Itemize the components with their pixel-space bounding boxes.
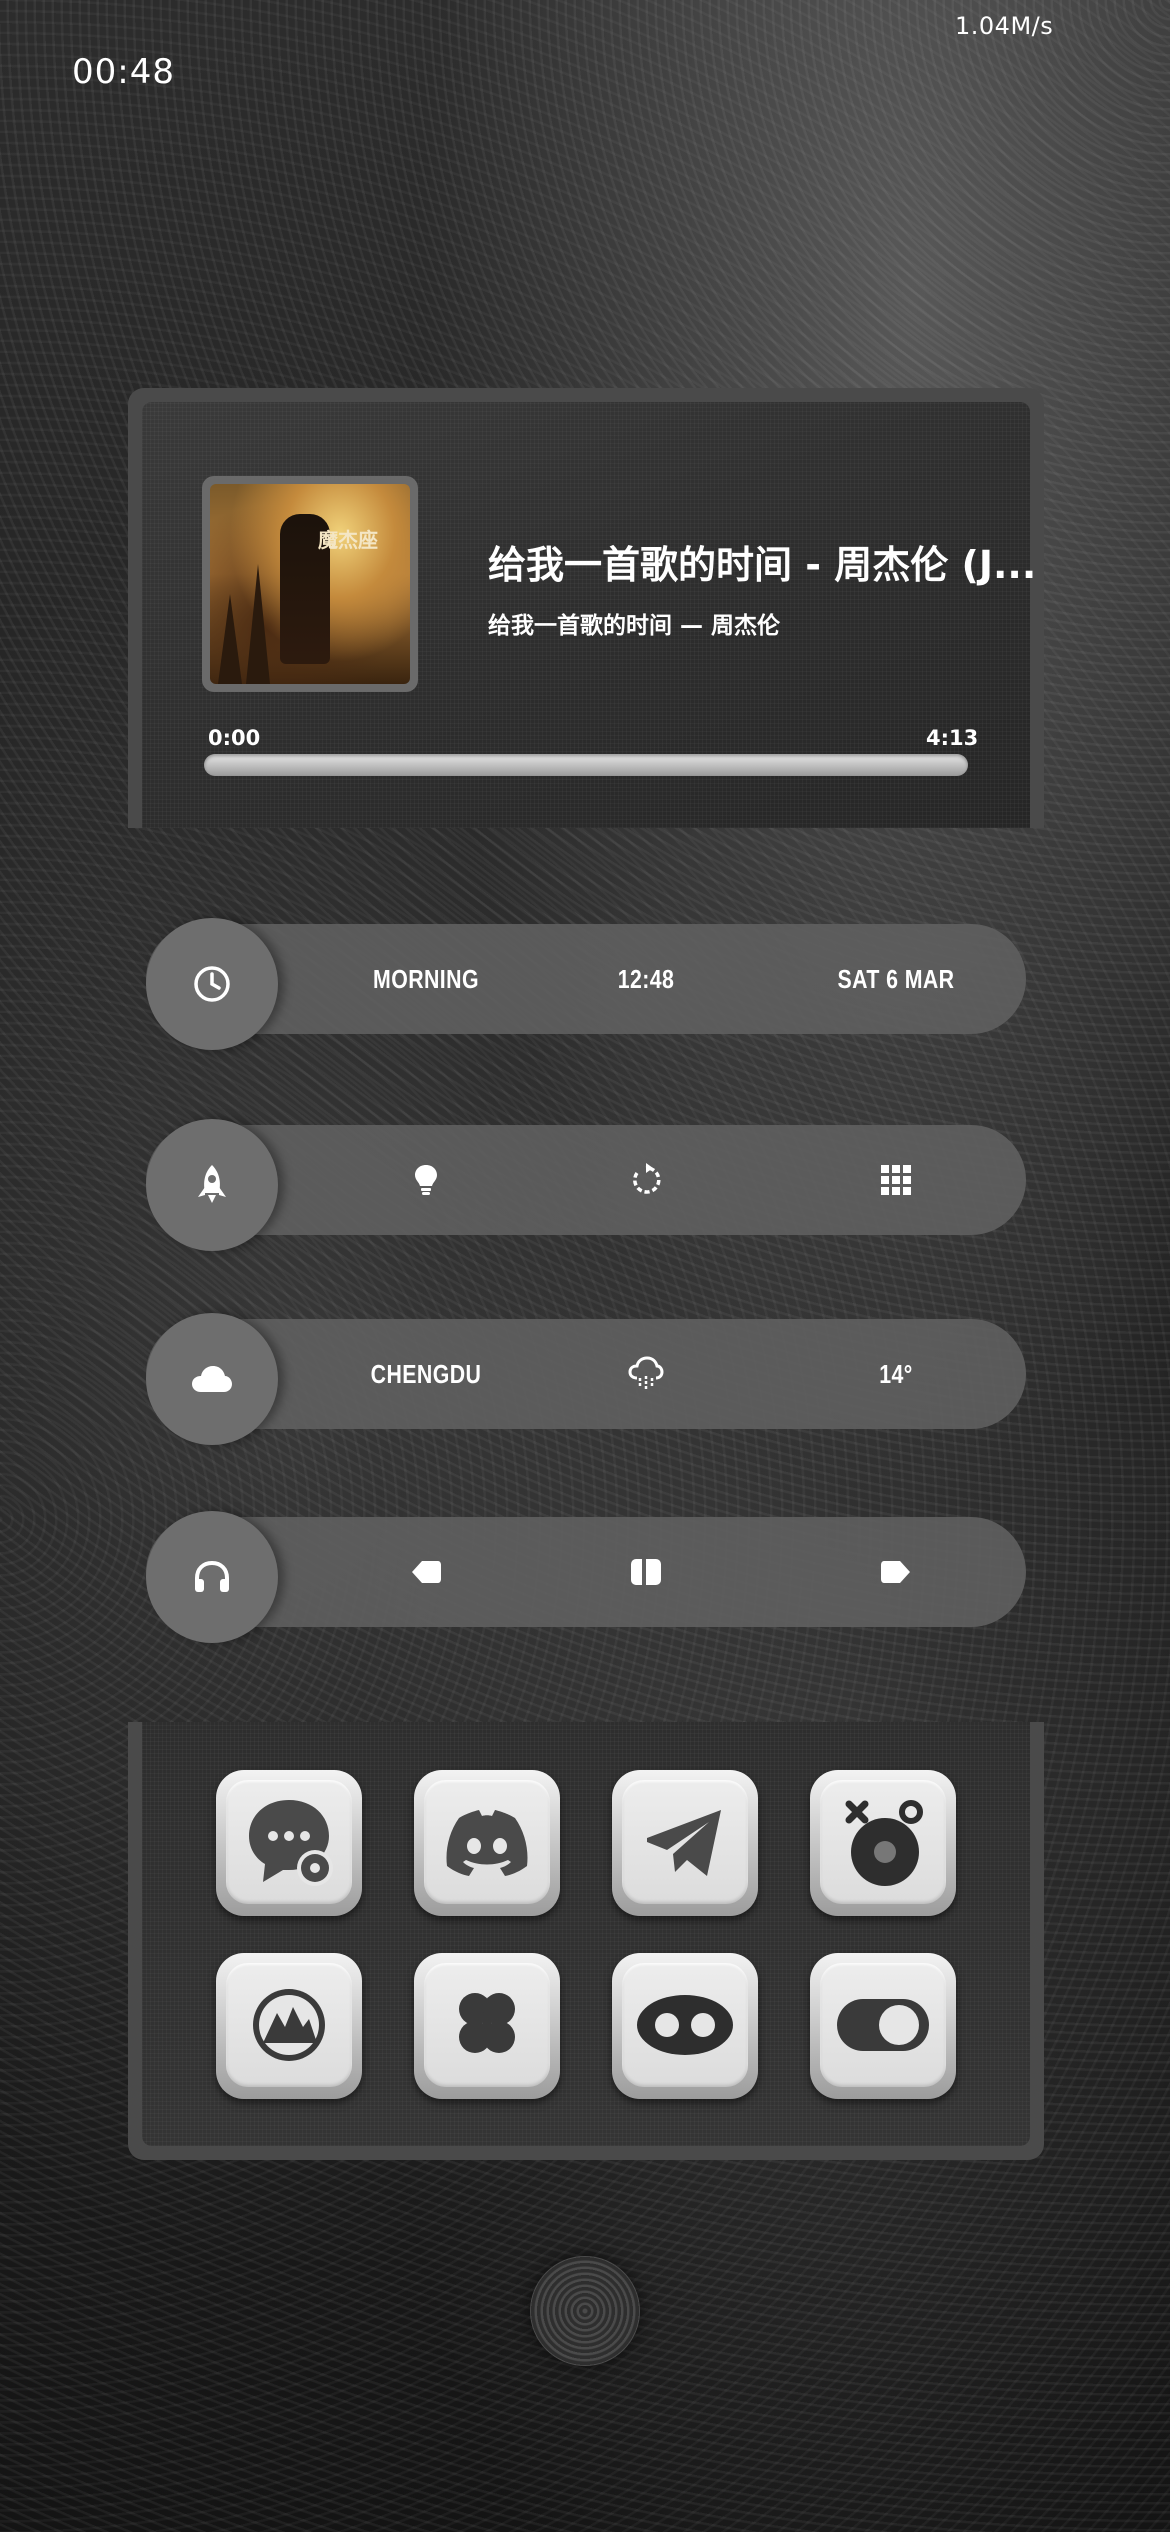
app-telegram[interactable] (612, 1770, 758, 1916)
time-total: 4:13 (926, 726, 979, 750)
cloud-icon (192, 1366, 232, 1392)
time-current: 0:00 (208, 726, 261, 750)
song-artist: 给我一首歌的时间 — 周杰伦 (488, 613, 781, 639)
app-clover[interactable] (414, 1953, 560, 2099)
play-pause-button[interactable] (556, 1517, 736, 1627)
infinity-app-icon (637, 1995, 733, 2055)
network-speed: 1.04M/s (955, 12, 1054, 40)
clock-button[interactable] (146, 918, 278, 1050)
media-row (146, 1511, 1026, 1643)
weather-button[interactable] (146, 1313, 278, 1445)
album-cover-lettering: 魔杰座 (318, 528, 378, 552)
clock-icon (194, 966, 230, 1002)
music-app-icon (845, 1800, 923, 1886)
rocket-icon (198, 1165, 226, 1203)
rotate-icon (633, 1163, 661, 1194)
rotate-button[interactable] (556, 1125, 736, 1235)
headphones-button[interactable] (146, 1511, 278, 1643)
time-row: MORNING 12:48 SAT 6 MAR (146, 918, 1026, 1050)
grid-icon (881, 1165, 911, 1195)
weather-row: CHENGDU 14° (146, 1313, 1026, 1445)
status-time: 00:48 (72, 52, 175, 92)
lightbulb-button[interactable] (336, 1125, 516, 1235)
next-button[interactable] (806, 1517, 986, 1627)
rain-cloud-icon (628, 1356, 664, 1390)
date-label: SAT 6 MAR (837, 963, 955, 994)
temperature-label: 14° (879, 1358, 913, 1389)
mountain-app-icon (253, 1989, 325, 2061)
headphones-icon (195, 1560, 229, 1592)
city-label: CHENGDU (370, 1358, 482, 1389)
messages-app-icon (249, 1800, 333, 1886)
next-icon (881, 1561, 910, 1583)
tools-row (146, 1119, 1026, 1251)
lightbulb-icon (415, 1165, 437, 1195)
app-messages[interactable] (216, 1770, 362, 1916)
app-mountain[interactable] (216, 1953, 362, 2099)
previous-icon (412, 1561, 441, 1583)
app-infinity[interactable] (612, 1953, 758, 2099)
app-music[interactable] (810, 1770, 956, 1916)
weather-condition (556, 1319, 736, 1429)
album-cover-image: 魔杰座 (210, 484, 410, 684)
rocket-button[interactable] (146, 1119, 278, 1251)
album-art[interactable]: 魔杰座 (202, 476, 418, 692)
app-toggle[interactable] (810, 1953, 956, 2099)
home-button[interactable] (530, 2256, 640, 2366)
song-title: 给我一首歌的时间 - 周杰伦 (J... (488, 543, 1037, 587)
greeting-label: MORNING (373, 963, 479, 994)
play-pause-icon (631, 1559, 661, 1585)
telegram-app-icon (647, 1810, 721, 1876)
clover-app-icon (459, 1993, 515, 2053)
clock-label: 12:48 (617, 963, 675, 994)
app-discord[interactable] (414, 1770, 560, 1916)
progress-bar[interactable] (204, 754, 968, 776)
apps-grid-button[interactable] (806, 1125, 986, 1235)
toggle-app-icon (837, 1999, 929, 2051)
discord-app-icon (446, 1810, 528, 1876)
previous-button[interactable] (336, 1517, 516, 1627)
